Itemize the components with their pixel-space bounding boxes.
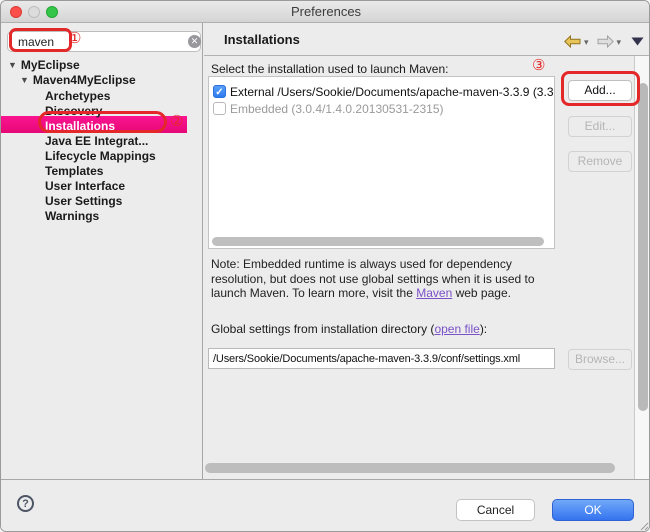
view-menu-icon[interactable] (631, 37, 644, 46)
sidebar-item-maven4myeclipse[interactable]: ▼Maven4MyEclipse (20, 73, 136, 87)
preferences-window: Preferences ✕ ▼MyEclipse ▼Maven4MyEclips… (0, 0, 650, 532)
page-title: Installations (224, 32, 300, 47)
list-horizontal-scrollbar[interactable] (212, 237, 544, 246)
cancel-button[interactable]: Cancel (456, 499, 535, 521)
sidebar-item-warnings[interactable]: Warnings (45, 209, 99, 223)
installations-list[interactable]: ✓ External /Users/Sookie/Documents/apach… (208, 76, 555, 249)
remove-button: Remove (568, 151, 632, 172)
open-file-link[interactable]: open file (434, 322, 479, 336)
page-horizontal-scrollbar-thumb[interactable] (205, 463, 615, 473)
disclosure-triangle-icon[interactable]: ▼ (20, 75, 29, 85)
forward-history-caret-icon[interactable]: ▾ (617, 37, 622, 47)
global-settings-path-field[interactable] (208, 348, 555, 369)
checkbox-checked-icon[interactable]: ✓ (213, 85, 226, 98)
sidebar-item-user-settings[interactable]: User Settings (45, 194, 122, 208)
window-title: Preferences (1, 4, 650, 19)
dialog-footer: ? Cancel OK (1, 479, 650, 532)
help-icon[interactable]: ? (17, 495, 34, 512)
browse-button: Browse... (568, 349, 632, 370)
preference-page: Installations ▾ ▾ Select the installatio… (204, 23, 650, 479)
header-separator (204, 55, 650, 56)
filter-search-input[interactable] (7, 31, 201, 52)
back-arrow-icon[interactable] (564, 35, 581, 48)
resize-grip-icon[interactable] (639, 521, 649, 531)
checkbox-unchecked-icon[interactable] (213, 102, 226, 115)
edit-button: Edit... (568, 116, 632, 137)
select-installation-label: Select the installation used to launch M… (211, 62, 448, 76)
sidebar-item-user-interface[interactable]: User Interface (45, 179, 125, 193)
installation-row-external[interactable]: ✓ External /Users/Sookie/Documents/apach… (209, 84, 555, 101)
sidebar-item-installations[interactable]: Installations (45, 119, 115, 133)
sidebar-item-lifecycle-mappings[interactable]: Lifecycle Mappings (45, 149, 156, 163)
sidebar-item-archetypes[interactable]: Archetypes (45, 89, 110, 103)
maven-web-page-link[interactable]: Maven (416, 286, 452, 300)
sidebar: ✕ ▼MyEclipse ▼Maven4MyEclipse Archetypes… (1, 23, 203, 479)
forward-arrow-icon[interactable] (597, 35, 614, 48)
back-history-caret-icon[interactable]: ▾ (584, 37, 589, 47)
title-bar: Preferences (1, 1, 650, 23)
sidebar-item-templates[interactable]: Templates (45, 164, 103, 178)
ok-button[interactable]: OK (552, 499, 634, 521)
page-vertical-scrollbar-thumb[interactable] (638, 83, 648, 411)
page-navigation: ▾ ▾ (564, 35, 644, 48)
installation-row-embedded[interactable]: Embedded (3.0.4/1.4.0.20130531-2315) (209, 101, 555, 118)
sidebar-item-discovery[interactable]: Discovery (45, 104, 102, 118)
clear-search-icon[interactable]: ✕ (188, 35, 201, 48)
embedded-runtime-note: Note: Embedded runtime is always used fo… (211, 257, 535, 301)
page-vertical-scrollbar-track[interactable] (634, 56, 650, 479)
sidebar-item-java-ee-integration[interactable]: Java EE Integrat... (45, 134, 148, 148)
global-settings-label: Global settings from installation direct… (211, 322, 487, 336)
add-button[interactable]: Add... (568, 80, 632, 101)
disclosure-triangle-icon[interactable]: ▼ (8, 60, 17, 70)
sidebar-item-myeclipse[interactable]: ▼MyEclipse (8, 58, 80, 72)
